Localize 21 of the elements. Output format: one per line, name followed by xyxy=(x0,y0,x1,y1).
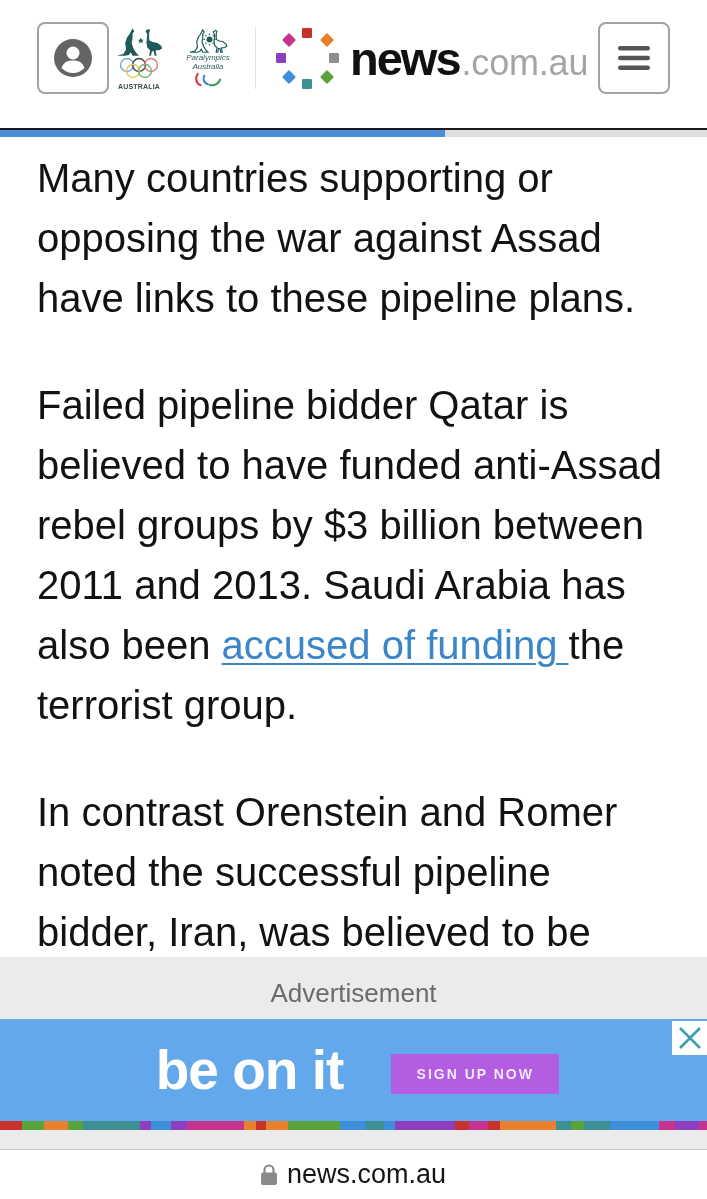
inline-link[interactable]: accused of funding xyxy=(221,623,569,667)
colored-dots-logo-icon xyxy=(276,26,339,90)
site-logo-text[interactable]: news.com.au xyxy=(350,34,589,82)
profile-button[interactable] xyxy=(37,22,109,94)
kangaroo-and-emu-icon xyxy=(115,26,163,57)
close-ad-button[interactable] xyxy=(672,1021,707,1055)
article-paragraph: Many countries supporting or opposing the war against Assad have links to these pipeline plans. xyxy=(37,155,637,322)
user-profile-icon xyxy=(54,39,92,77)
ad-label: Advertisement xyxy=(269,976,438,1010)
article-paragraph: In contrast Orenstein and Romer noted the successful pipeline bidder, Iran, was believed to be xyxy=(37,789,619,956)
logo-caption: Paralympics Australia xyxy=(185,54,231,71)
menu-icon xyxy=(618,46,650,70)
ad-headline: be on it xyxy=(155,1042,344,1098)
menu-button[interactable] xyxy=(598,22,670,94)
article-paragraph: Failed pipeline bidder Qatar is believed to have funded anti-Assad rebel groups by $3 billion between 2011 and 2013. Saudi Arabia has also been accused of funding the terrorist group. xyxy=(37,382,663,729)
olympic-rings-icon xyxy=(119,56,159,79)
ad-banner[interactable]: be on it SIGN UP NOW xyxy=(0,1019,707,1130)
url-text[interactable]: news.com.au xyxy=(286,1159,447,1190)
close-icon xyxy=(677,1026,702,1050)
sign-up-button[interactable]: SIGN UP NOW xyxy=(391,1054,560,1094)
three-arcs-icon xyxy=(194,71,222,87)
